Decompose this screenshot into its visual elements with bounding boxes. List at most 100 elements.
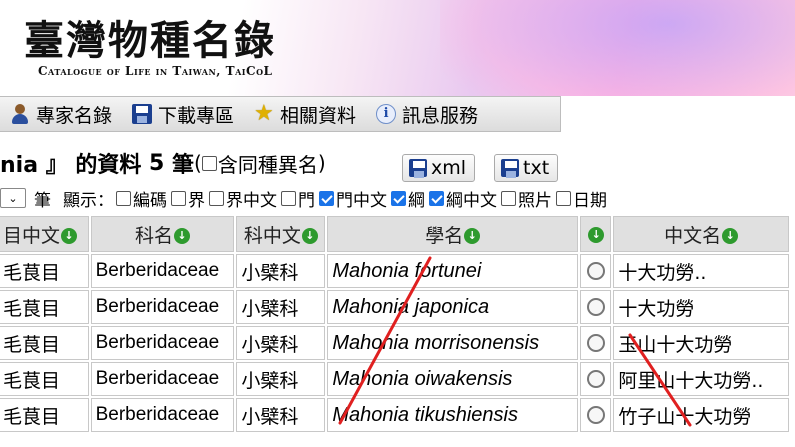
display-option-label: 綱 xyxy=(408,190,425,211)
person-icon xyxy=(10,104,30,124)
sort-down-icon[interactable]: ↓ xyxy=(61,228,78,244)
site-logo-title[interactable]: 臺灣物種名錄 xyxy=(24,8,276,66)
display-option-checkbox[interactable] xyxy=(116,190,131,206)
menu-item-related[interactable]: ★ 相關資料 xyxy=(244,97,366,131)
table-row: 毛茛目 Berberidaceae 小檗科 Mahonia tikushiensis 竹… xyxy=(0,398,789,432)
status-radio-icon[interactable] xyxy=(586,333,605,352)
display-option: 綱 xyxy=(391,186,425,211)
menu-item-label: 專家名錄 xyxy=(36,104,113,127)
display-option-checkbox[interactable] xyxy=(319,190,334,206)
cell-scientific-name[interactable]: Mahonia tikushiensis xyxy=(327,398,579,432)
display-option-label: 門 xyxy=(298,190,315,211)
menu-item-messages[interactable]: i 訊息服務 xyxy=(366,97,488,131)
cell-family: Berberidaceae xyxy=(90,326,235,360)
cell-order-cn: 毛茛目 xyxy=(0,362,89,396)
cell-scientific-name[interactable]: Mahonia morrisonensis xyxy=(327,326,579,360)
cell-status xyxy=(580,362,612,396)
cell-scientific-name[interactable]: Mahonia japonica xyxy=(327,290,579,324)
menu-item-label: 相關資料 xyxy=(280,104,357,127)
site-logo-subtitle: Catalogue of Life in Taiwan, TaiCoL xyxy=(38,64,273,78)
menu-item-downloads[interactable]: 下載專區 xyxy=(122,97,244,131)
cell-status xyxy=(580,254,612,288)
display-option: 綱中文 xyxy=(429,186,497,211)
cell-family-cn: 小檗科 xyxy=(236,326,326,360)
chevron-down-icon: ⌄ xyxy=(8,191,18,205)
status-radio-icon[interactable] xyxy=(586,297,605,316)
column-header-common-name-cn[interactable]: 中文名 ↓ xyxy=(613,216,789,252)
cell-order-cn: 毛茛目 xyxy=(0,398,89,432)
column-header-status[interactable]: ↓ xyxy=(580,216,612,252)
display-label: 顯示： xyxy=(63,190,114,211)
floppy-disk-icon xyxy=(501,159,519,178)
display-option: 編碼 xyxy=(116,186,167,211)
sort-down-icon[interactable]: ↓ xyxy=(464,228,481,244)
cell-family: Berberidaceae xyxy=(90,290,235,324)
display-option-checkbox[interactable] xyxy=(501,190,516,206)
cell-family: Berberidaceae xyxy=(90,398,235,432)
display-option: 界 xyxy=(171,186,205,211)
download-xml-button[interactable]: xml xyxy=(402,154,476,182)
status-radio-icon[interactable] xyxy=(586,261,605,280)
cell-common-name-cn: 十大功勞 xyxy=(613,290,789,324)
display-option: 門中文 xyxy=(319,186,387,211)
result-count: 5 xyxy=(149,150,165,176)
result-count-unit: 筆 xyxy=(164,153,195,178)
display-option-checkbox[interactable] xyxy=(171,190,186,206)
table-header-row: 目中文 ↓ 科名 ↓ 科中文 ↓ 學名 ↓ ↓ 中文名 ↓ xyxy=(0,216,789,252)
synonym-checkbox[interactable] xyxy=(201,155,217,171)
status-radio-icon[interactable] xyxy=(586,405,605,424)
main-menu-bar: 專家名錄 下載專區 ★ 相關資料 i 訊息服務 xyxy=(0,96,561,132)
cell-scientific-name[interactable]: Mahonia oiwakensis xyxy=(327,362,579,396)
table-row: 毛茛目 Berberidaceae 小檗科 Mahonia japonica 十大功勞 xyxy=(0,290,789,324)
floppy-disk-icon xyxy=(132,104,153,124)
column-header-family-cn[interactable]: 科中文 ↓ xyxy=(236,216,326,252)
cell-family-cn: 小檗科 xyxy=(236,290,326,324)
per-page-unit: 筆 xyxy=(34,190,51,211)
display-option-label: 編碼 xyxy=(133,190,167,211)
result-query-prefix: nia 』 的資料 xyxy=(0,153,150,178)
table-row: 毛茛目 Berberidaceae 小檗科 Mahonia fortunei 十大功勞.… xyxy=(0,254,789,288)
menu-item-label: 訊息服務 xyxy=(402,104,479,127)
cell-family-cn: 小檗科 xyxy=(236,362,326,396)
display-option-label: 日期 xyxy=(573,190,607,211)
display-option-label: 照片 xyxy=(518,190,552,211)
banner-glow xyxy=(440,0,795,96)
column-header-family[interactable]: 科名 ↓ xyxy=(90,216,235,252)
menu-item-experts[interactable]: 專家名錄 xyxy=(0,97,122,131)
display-option: 門 xyxy=(281,186,315,211)
cell-status xyxy=(580,290,612,324)
cell-family: Berberidaceae xyxy=(90,362,235,396)
cell-family-cn: 小檗科 xyxy=(236,398,326,432)
site-banner: 臺灣物種名錄 Catalogue of Life in Taiwan, TaiC… xyxy=(0,0,795,96)
display-option-checkbox[interactable] xyxy=(209,190,224,206)
display-option-checkbox[interactable] xyxy=(391,190,406,206)
display-option-checkbox[interactable] xyxy=(556,190,571,206)
cell-scientific-name[interactable]: Mahonia fortunei xyxy=(327,254,579,288)
cell-common-name-cn: 玉山十大功勞 xyxy=(613,326,789,360)
display-option: 界中文 xyxy=(209,186,277,211)
sort-down-icon[interactable]: ↓ xyxy=(173,228,190,244)
display-option-checkbox[interactable] xyxy=(429,190,444,206)
menu-item-label: 下載專區 xyxy=(158,104,235,127)
sort-down-icon[interactable]: ↓ xyxy=(301,228,318,244)
display-option-list: 編碼界界中文門門中文綱綱中文 照片 日期 xyxy=(116,186,611,211)
star-icon: ★ xyxy=(254,101,274,126)
cell-order-cn: 毛茛目 xyxy=(0,254,89,288)
cell-common-name-cn: 竹子山十大功勞 xyxy=(613,398,789,432)
display-option-checkbox[interactable] xyxy=(281,190,296,206)
sort-down-icon[interactable]: ↓ xyxy=(722,228,739,244)
display-option-label: 綱中文 xyxy=(446,190,497,211)
column-header-order-cn[interactable]: 目中文 ↓ xyxy=(0,216,89,252)
status-radio-icon[interactable] xyxy=(586,369,605,388)
sort-down-icon[interactable]: ↓ xyxy=(588,226,605,243)
download-txt-button[interactable]: txt xyxy=(494,154,559,182)
cell-status xyxy=(580,326,612,360)
floppy-disk-icon xyxy=(409,159,427,178)
cell-order-cn: 毛茛目 xyxy=(0,326,89,360)
result-summary: nia 』 的資料 5 筆 ( 含同種異名 ) xyxy=(0,148,326,179)
column-header-scientific-name[interactable]: 學名 ↓ xyxy=(327,216,579,252)
results-table: 目中文 ↓ 科名 ↓ 科中文 ↓ 學名 ↓ ↓ 中文名 ↓ 毛茛目 Berberidacea… xyxy=(0,214,791,434)
per-page-select[interactable]: ⌄ xyxy=(0,188,26,208)
info-icon: i xyxy=(376,104,397,124)
synonym-toggle: ( 含同種異名 ) xyxy=(194,149,326,178)
